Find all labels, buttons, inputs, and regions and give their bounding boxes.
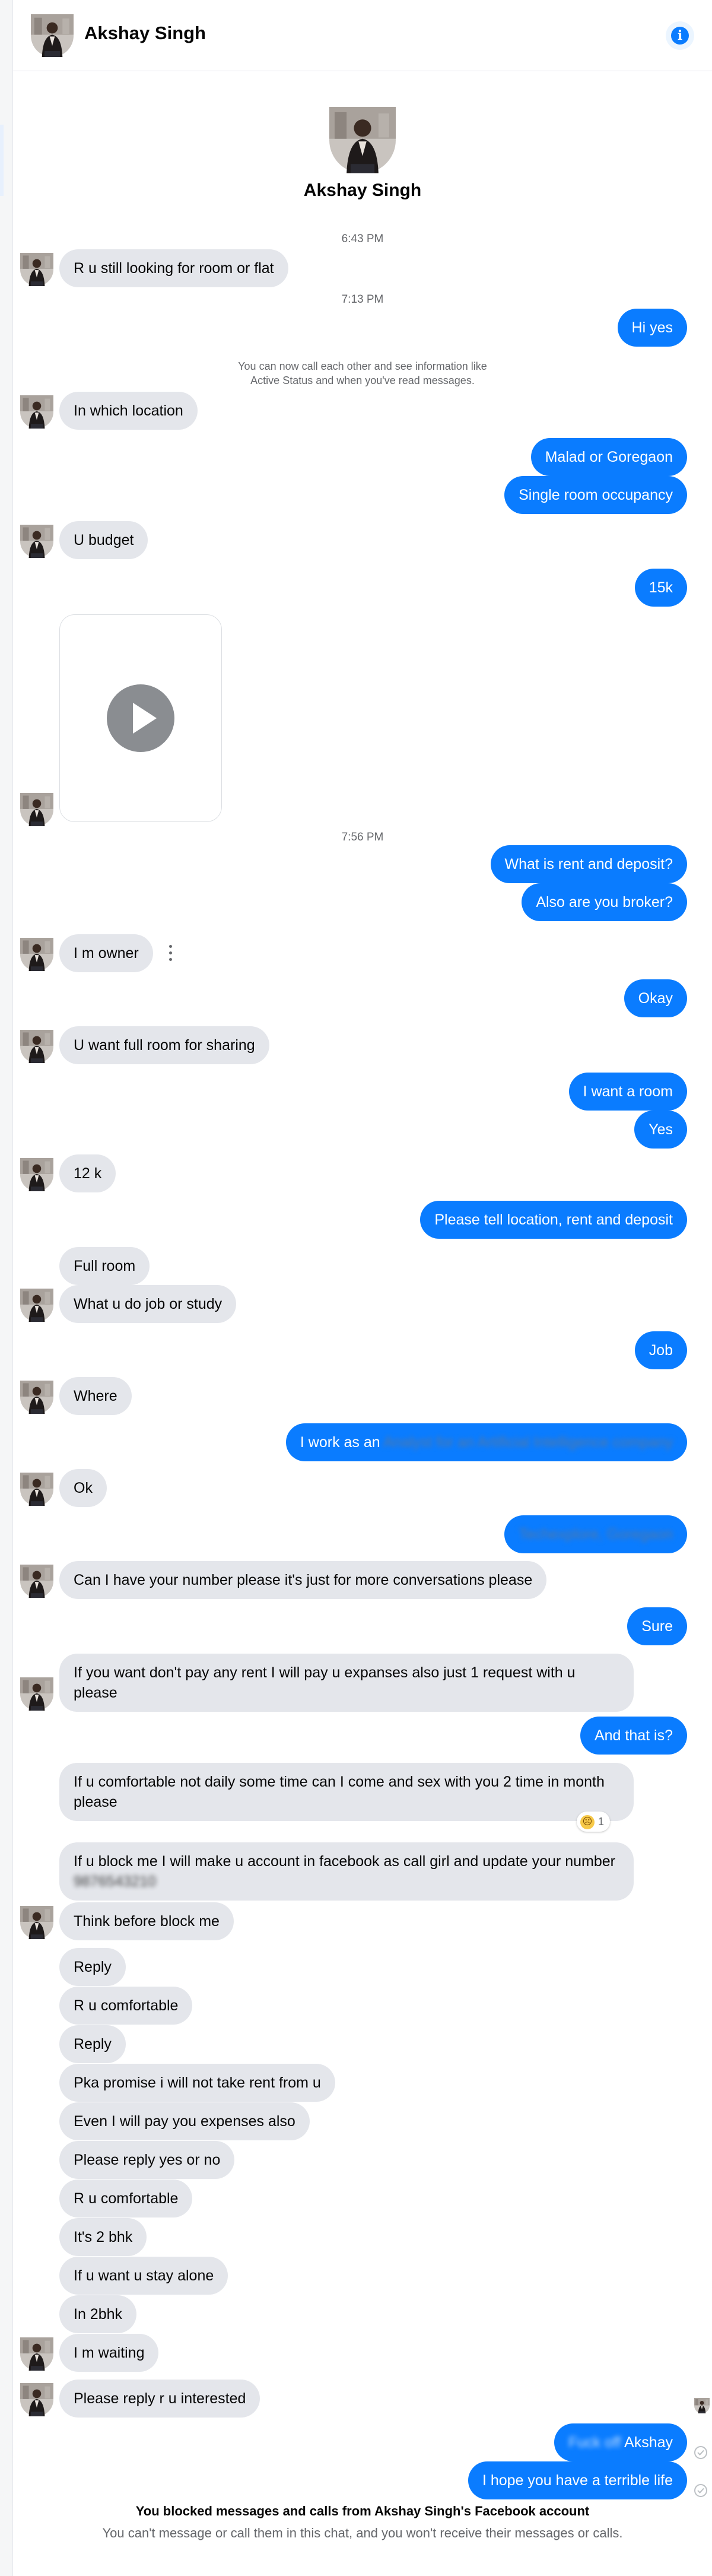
redacted-text: Techexplore, Goregaon xyxy=(519,1526,673,1543)
incoming-message[interactable]: Can I have your number please it's just … xyxy=(59,1561,547,1599)
incoming-message[interactable]: Think before block me xyxy=(59,1902,234,1940)
sender-avatar xyxy=(20,1473,53,1506)
incoming-message[interactable]: Please reply yes or no xyxy=(59,2141,235,2179)
sender-avatar xyxy=(20,395,53,429)
outgoing-message[interactable]: I hope you have a terrible life xyxy=(468,2461,687,2499)
incoming-message[interactable]: Where xyxy=(59,1377,132,1415)
outgoing-message[interactable]: Sure xyxy=(627,1607,687,1645)
video-attachment[interactable] xyxy=(59,614,222,822)
contact-name[interactable]: Akshay Singh xyxy=(84,23,206,44)
incoming-message[interactable]: R u comfortable xyxy=(59,1987,193,2025)
sender-avatar xyxy=(20,2337,53,2371)
contact-avatar[interactable] xyxy=(31,14,74,57)
sender-avatar xyxy=(20,1289,53,1322)
seen-receipt-avatar xyxy=(694,2398,710,2413)
chat-window: Akshay Singh i Akshay Singh 6:43 PM R u … xyxy=(13,0,712,2576)
rail-highlight xyxy=(0,125,4,196)
angry-face-icon: ☹ xyxy=(580,1815,595,1830)
contact-notice-line: Active Status and when you've read messa… xyxy=(250,375,475,386)
timestamp: 7:56 PM xyxy=(341,831,384,843)
outgoing-message[interactable]: Also are you broker? xyxy=(522,883,687,921)
sender-avatar xyxy=(20,1381,53,1414)
incoming-message[interactable]: Reply xyxy=(59,1948,126,1986)
incoming-message[interactable]: Full room xyxy=(59,1247,150,1285)
more-options-icon[interactable] xyxy=(169,945,173,963)
profile-avatar[interactable] xyxy=(329,107,396,173)
sender-avatar xyxy=(20,2383,53,2416)
outgoing-message[interactable]: And that is? xyxy=(580,1717,687,1755)
incoming-message[interactable]: Even I will pay you expenses also xyxy=(59,2102,310,2140)
incoming-message[interactable]: Pka promise i will not take rent from u xyxy=(59,2064,335,2102)
incoming-message[interactable]: What u do job or study xyxy=(59,1285,237,1323)
message-text: If u block me I will make u account in f… xyxy=(74,1853,615,1870)
incoming-message[interactable]: If u comfortable not daily some time can… xyxy=(59,1763,634,1821)
sender-avatar xyxy=(20,1158,53,1191)
chat-header: Akshay Singh i xyxy=(13,0,712,71)
sender-avatar xyxy=(20,1677,53,1711)
sender-avatar xyxy=(20,1565,53,1598)
incoming-message[interactable]: I m owner xyxy=(59,934,153,972)
incoming-message[interactable]: If you want don't pay any rent I will pa… xyxy=(59,1654,634,1712)
info-button[interactable]: i xyxy=(666,21,694,50)
incoming-message[interactable]: In which location xyxy=(59,392,198,430)
blocked-banner-subtitle: You can't message or call them in this c… xyxy=(102,2526,623,2540)
sender-avatar xyxy=(20,1030,53,1063)
incoming-message[interactable]: U want full room for sharing xyxy=(59,1026,269,1064)
outgoing-message[interactable]: Yes xyxy=(634,1111,687,1149)
blocked-banner-title: You blocked messages and calls from Aksh… xyxy=(135,2504,590,2518)
left-rail xyxy=(0,0,13,2576)
outgoing-message[interactable]: Techexplore, Goregaon xyxy=(504,1515,687,1553)
message-text: Akshay xyxy=(624,2434,673,2451)
sender-avatar xyxy=(20,793,53,826)
incoming-message[interactable]: If u want u stay alone xyxy=(59,2257,228,2295)
sender-avatar xyxy=(20,253,53,286)
message-reaction[interactable]: ☹ 1 xyxy=(577,1812,611,1832)
outgoing-message[interactable]: Job xyxy=(634,1331,687,1369)
conversation-profile: Akshay Singh xyxy=(13,107,712,201)
play-icon[interactable] xyxy=(107,684,174,752)
outgoing-message[interactable]: Malad or Goregaon xyxy=(530,438,687,476)
check-circle-icon xyxy=(694,2446,707,2459)
sender-avatar xyxy=(20,1906,53,1939)
redacted-text: 9876543210 xyxy=(74,1873,157,1890)
outgoing-message[interactable]: Okay xyxy=(624,979,687,1017)
incoming-message[interactable]: R u still looking for room or flat xyxy=(59,249,288,287)
redacted-text: Analyst for an Artificial Intelligence c… xyxy=(383,1434,673,1451)
outgoing-message[interactable]: Single room occupancy xyxy=(504,476,687,514)
info-icon: i xyxy=(671,27,689,45)
outgoing-message[interactable]: Please tell location, rent and deposit xyxy=(420,1201,687,1239)
outgoing-message[interactable]: 15k xyxy=(634,569,687,607)
incoming-message[interactable]: In 2bhk xyxy=(59,2295,137,2333)
contact-notice-line: You can now call each other and see info… xyxy=(238,360,487,372)
outgoing-message[interactable]: What is rent and deposit? xyxy=(490,845,687,883)
outgoing-message[interactable]: I work as an Analyst for an Artificial I… xyxy=(285,1423,687,1461)
incoming-message[interactable]: Please reply r u interested xyxy=(59,2380,260,2418)
timestamp: 6:43 PM xyxy=(341,233,384,245)
incoming-message[interactable]: Ok xyxy=(59,1469,107,1507)
incoming-message[interactable]: I m waiting xyxy=(59,2334,159,2372)
message-text: I work as an xyxy=(300,1434,380,1451)
incoming-message[interactable]: U budget xyxy=(59,521,148,559)
sender-avatar xyxy=(20,938,53,971)
outgoing-message[interactable]: Fuck off Akshay xyxy=(554,2423,687,2461)
incoming-message[interactable]: It's 2 bhk xyxy=(59,2218,147,2256)
sender-avatar xyxy=(20,525,53,558)
outgoing-message[interactable]: I want a room xyxy=(568,1073,687,1111)
reaction-count: 1 xyxy=(598,1816,605,1828)
timestamp: 7:13 PM xyxy=(341,293,384,306)
profile-name[interactable]: Akshay Singh xyxy=(13,180,712,201)
incoming-message[interactable]: 12 k xyxy=(59,1154,116,1192)
incoming-message[interactable]: Reply xyxy=(59,2025,126,2063)
outgoing-message[interactable]: Hi yes xyxy=(617,309,687,347)
incoming-message[interactable]: If u block me I will make u account in f… xyxy=(59,1842,634,1901)
check-circle-icon xyxy=(694,2484,707,2497)
incoming-message[interactable]: R u comfortable xyxy=(59,2180,193,2217)
redacted-text: Fuck off xyxy=(568,2434,621,2451)
